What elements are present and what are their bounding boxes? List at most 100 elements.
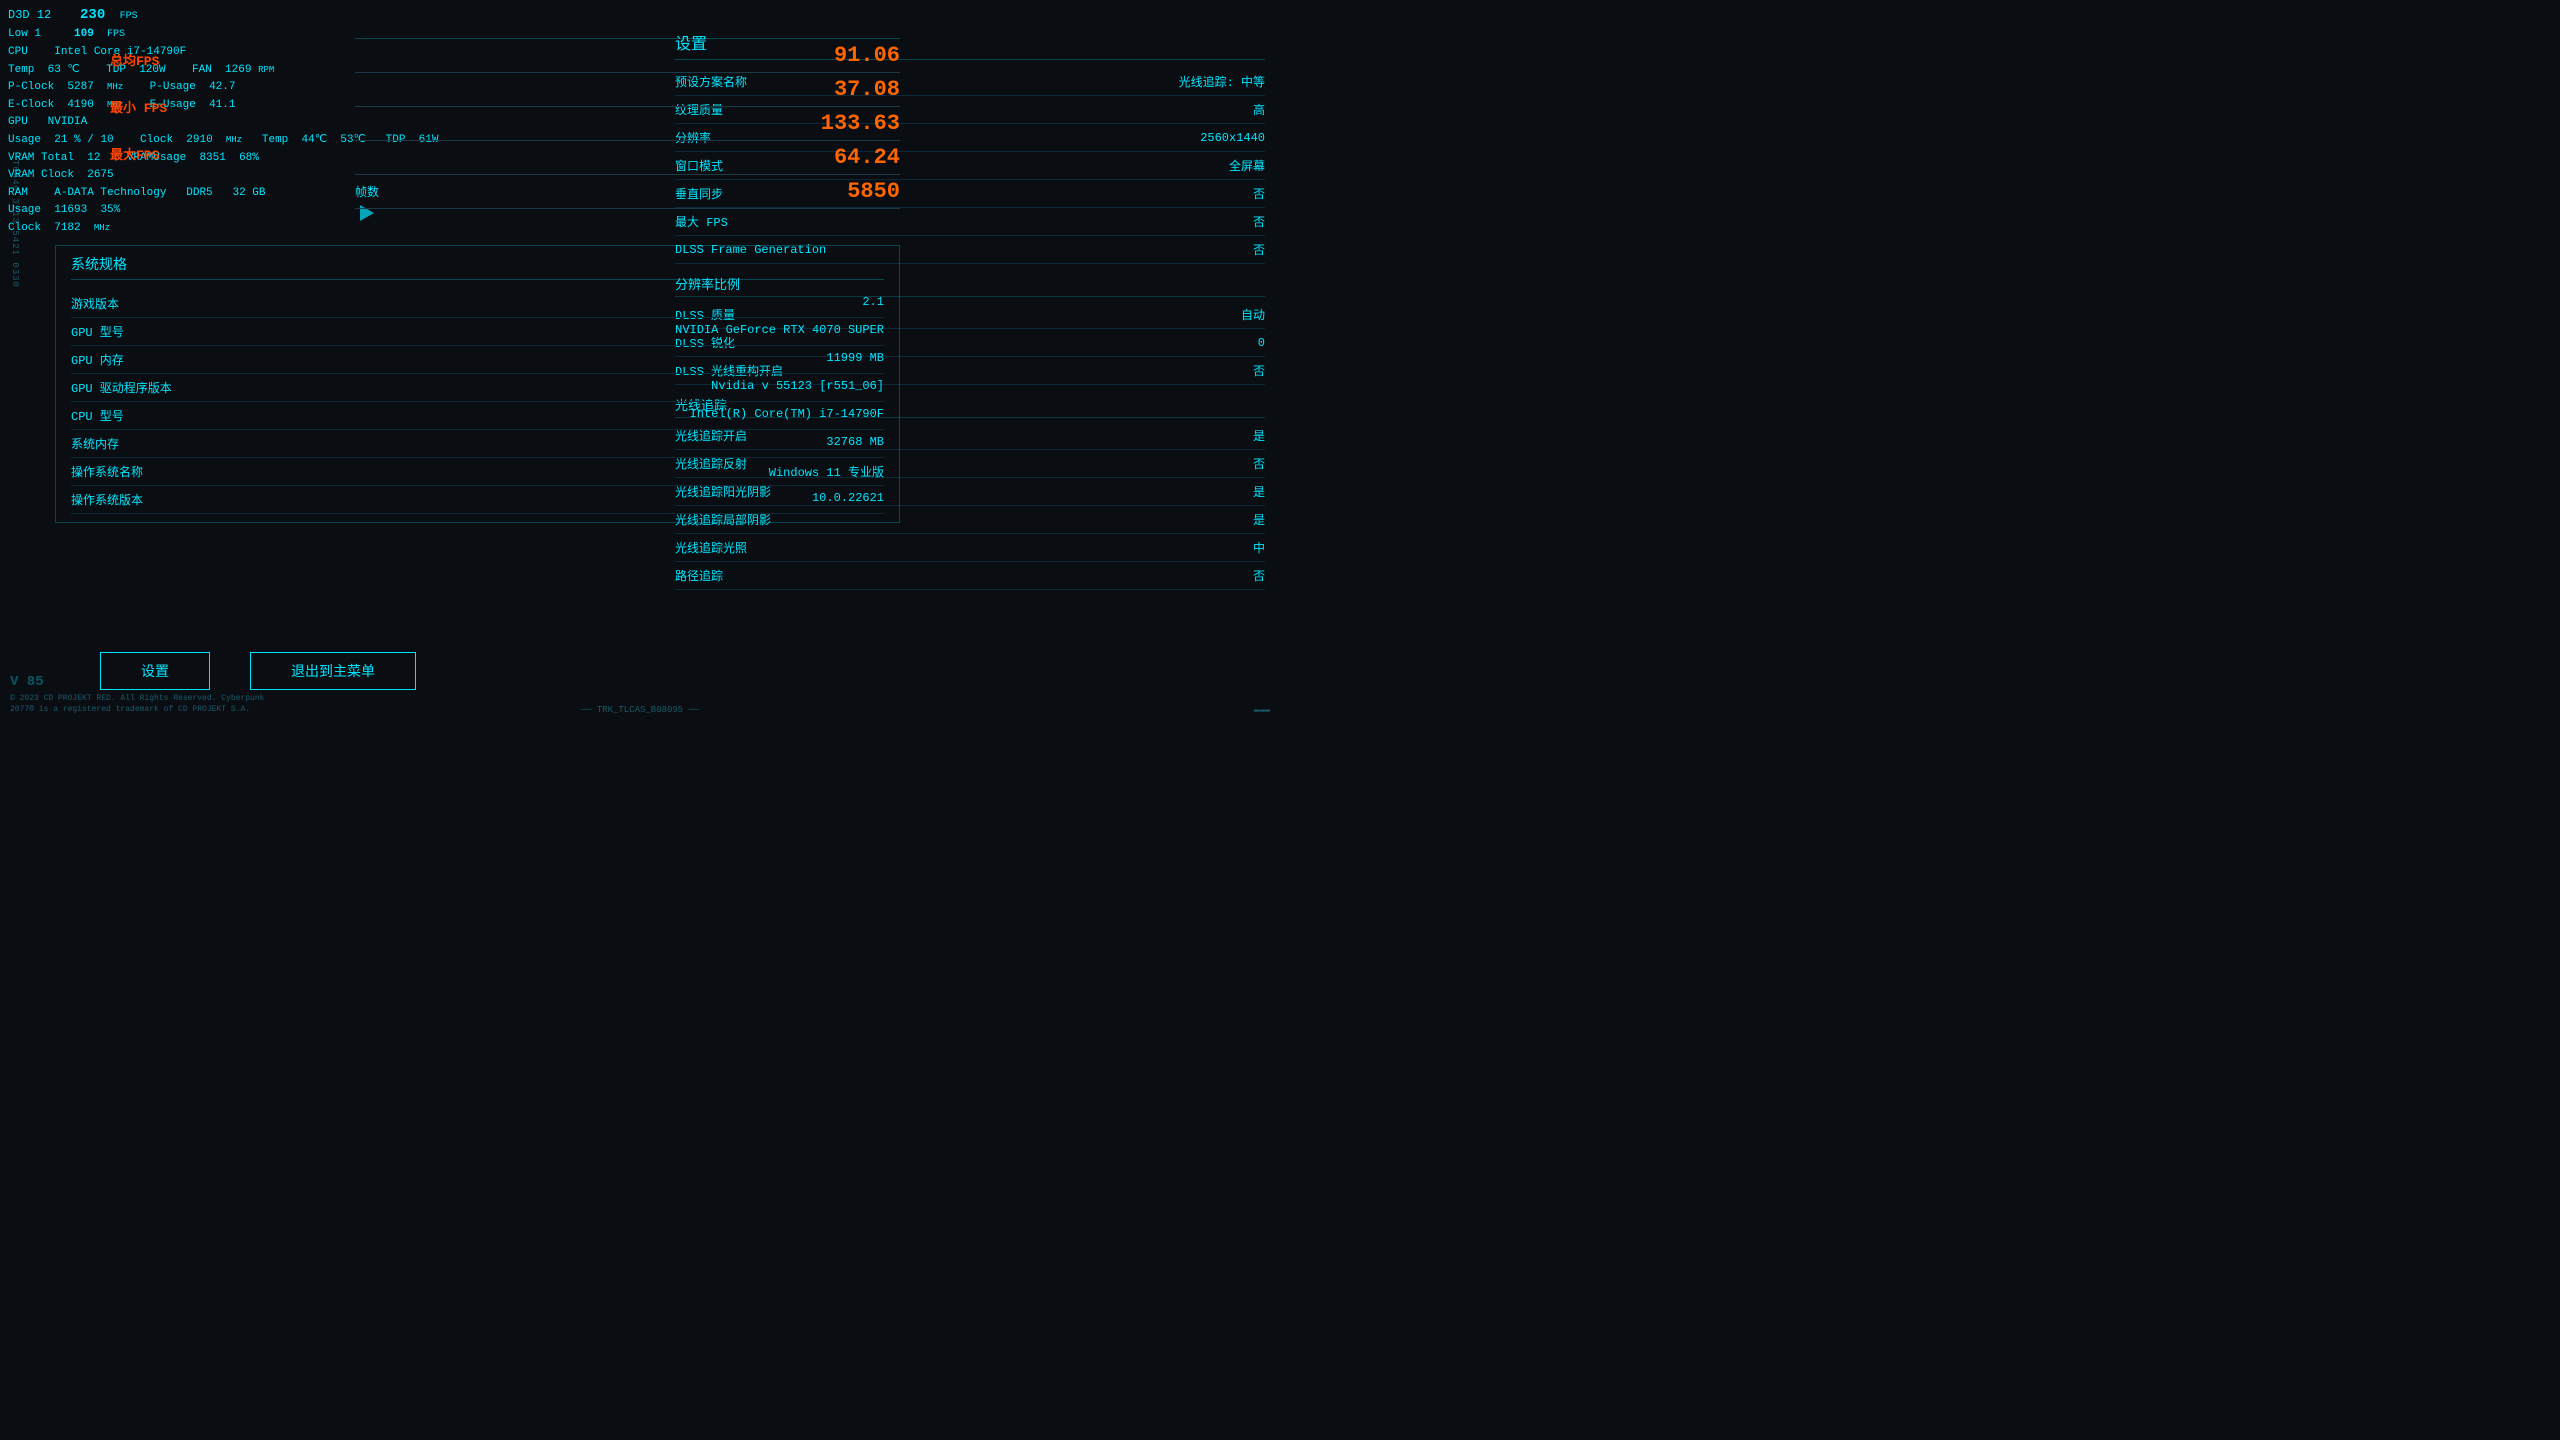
- settings-row: 最大 FPS 否: [675, 208, 1265, 236]
- spec-key: 系统内存: [71, 435, 119, 452]
- gpu-label: GPU: [8, 116, 28, 128]
- bottom-center-text: ── TRK_TLCAS_B08095 ──: [581, 705, 700, 715]
- fps-d3d-value: 230: [80, 7, 105, 23]
- cpu-label: CPU: [8, 46, 28, 58]
- rt-val: 是: [1253, 483, 1265, 500]
- max-fps-label: 最大FPS: [110, 144, 167, 163]
- gpu-clock-unit: MHz: [226, 135, 242, 145]
- fan-label: FAN: [192, 64, 212, 76]
- spec-key: CPU 型号: [71, 407, 124, 424]
- low1-label: Low 1: [8, 28, 41, 40]
- specs-title: 系统规格: [71, 254, 884, 280]
- hud-overlay: D3D 12 230 FPS Low 1 109 FPS CPU Intel C…: [0, 0, 370, 242]
- version-detail: © 2023 CD PROJEKT RED. All Rights Reserv…: [10, 694, 264, 714]
- stats-area: 91.06 37.08 133.63 64.24 帧数 5850: [355, 38, 900, 209]
- rt-val: 是: [1253, 511, 1265, 528]
- spec-row: 操作系统版本 10.0.22621: [71, 486, 884, 514]
- rt-val: 是: [1253, 427, 1265, 444]
- gpu-temp2: 53: [340, 134, 353, 146]
- spec-key: 操作系统名称: [71, 463, 143, 480]
- rt-key: 光线追踪光照: [675, 539, 747, 556]
- d3d-label: D3D: [8, 8, 30, 22]
- spec-key: 操作系统版本: [71, 491, 143, 508]
- spec-row: GPU 驱动程序版本Nvidia v 55123 [r551_06]: [71, 374, 884, 402]
- ram-clock-unit: MHz: [94, 223, 110, 233]
- min-fps-value: 37.08: [820, 77, 900, 102]
- stat1-row: 64.24: [355, 141, 900, 175]
- spec-key: 游戏版本: [71, 295, 119, 312]
- spec-val: 32768 MB: [826, 435, 884, 452]
- temp-label: Temp: [8, 64, 34, 76]
- spec-key: GPU 内存: [71, 351, 124, 368]
- ram-size: 32 GB: [232, 187, 265, 199]
- ram-type: DDR5: [186, 187, 212, 199]
- max-fps-row: 133.63: [355, 107, 900, 141]
- vram-total-val: 12: [87, 152, 100, 164]
- spec-key: GPU 型号: [71, 323, 124, 340]
- settings-val: 全屏幕: [1229, 157, 1265, 174]
- ram-clock-label: Clock: [8, 222, 41, 234]
- bottom-right-text: ▬▬▬: [1254, 705, 1270, 715]
- settings-val: 否: [1253, 241, 1265, 258]
- gpu-usage-val: 21: [54, 134, 67, 146]
- low1-value: 109: [74, 28, 94, 40]
- settings-val: 否: [1253, 185, 1265, 202]
- max-fps-value: 133.63: [820, 111, 900, 136]
- raytracing-row: 光线追踪光照 中: [675, 534, 1265, 562]
- min-fps-label: 最小 FPS: [110, 97, 167, 116]
- version-text: V 85: [10, 674, 44, 690]
- resolution-val: 0: [1258, 336, 1265, 350]
- vram-clock-val: 2675: [87, 169, 113, 181]
- gpu-usage-label: Usage: [8, 134, 41, 146]
- rt-key: 路径追踪: [675, 567, 723, 584]
- pclock-label: P-Clock: [8, 81, 54, 93]
- settings-val: 高: [1253, 101, 1265, 118]
- gpu-brand: NVIDIA: [48, 116, 88, 128]
- gpu-clock-val: 2910: [186, 134, 212, 146]
- specs-rows: 游戏版本2.1 GPU 型号 NVIDIA GeForce RTX 4070 SUP…: [71, 290, 884, 514]
- avg-fps-value: 91.06: [820, 43, 900, 68]
- eusage-value: 41.1: [209, 99, 235, 111]
- spec-val: 10.0.22621: [812, 491, 884, 508]
- spec-row: GPU 型号 NVIDIA GeForce RTX 4070 SUPER: [71, 318, 884, 346]
- eclock-label: E-Clock: [8, 99, 54, 111]
- exit-button[interactable]: 退出到主菜单: [250, 652, 416, 690]
- spec-row: GPU 内存11999 MB: [71, 346, 884, 374]
- frames-label: 帧数: [355, 183, 847, 200]
- raytracing-row: 路径追踪 否: [675, 562, 1265, 590]
- vram-usage-pct: 68: [239, 152, 252, 164]
- fan-value: 1269: [225, 64, 251, 76]
- spec-val: Windows 11 专业版: [769, 463, 884, 480]
- pclock-value: 5287: [67, 81, 93, 93]
- specs-section: 系统规格 游戏版本2.1 GPU 型号 NVIDIA GeForce RTX 407…: [55, 245, 900, 523]
- ram-label: RAM: [8, 187, 28, 199]
- rt-val: 否: [1253, 455, 1265, 472]
- vram-total-label: VRAM Total: [8, 152, 74, 164]
- fan-unit: RPM: [258, 65, 274, 75]
- spec-row: CPU 型号Intel(R) Core(TM) i7-14790F: [71, 402, 884, 430]
- ram-brand: A-DATA Technology: [54, 187, 166, 199]
- stat1-value: 64.24: [820, 145, 900, 170]
- frames-row: 帧数 5850: [355, 175, 900, 209]
- avg-fps-row: 91.06: [355, 39, 900, 73]
- spec-row: 游戏版本2.1: [71, 290, 884, 318]
- settings-button[interactable]: 设置: [100, 652, 210, 690]
- d3d-version: 12: [37, 8, 51, 22]
- spec-row: 系统内存 32768 MB: [71, 430, 884, 458]
- spec-row: 操作系统名称 Windows 11 专业版: [71, 458, 884, 486]
- spec-val: NVIDIA GeForce RTX 4070 SUPER: [675, 323, 884, 340]
- vram-clock-label: VRAM Clock: [8, 169, 74, 181]
- resolution-val: 否: [1253, 362, 1265, 379]
- rt-val: 否: [1253, 567, 1265, 584]
- rt-val: 中: [1253, 539, 1265, 556]
- fps-unit-d3d: FPS: [120, 11, 138, 22]
- spec-key: GPU 驱动程序版本: [71, 379, 172, 396]
- settings-key: 最大 FPS: [675, 213, 728, 230]
- low1-fps-unit: FPS: [107, 29, 125, 40]
- settings-val: 否: [1253, 213, 1265, 230]
- bottom-buttons-area: 设置 退出到主菜单: [100, 652, 416, 690]
- frames-value: 5850: [847, 179, 900, 204]
- ram-usage-label: Usage: [8, 204, 41, 216]
- resolution-val: 自动: [1241, 306, 1265, 323]
- temp-unit: ℃: [67, 64, 79, 76]
